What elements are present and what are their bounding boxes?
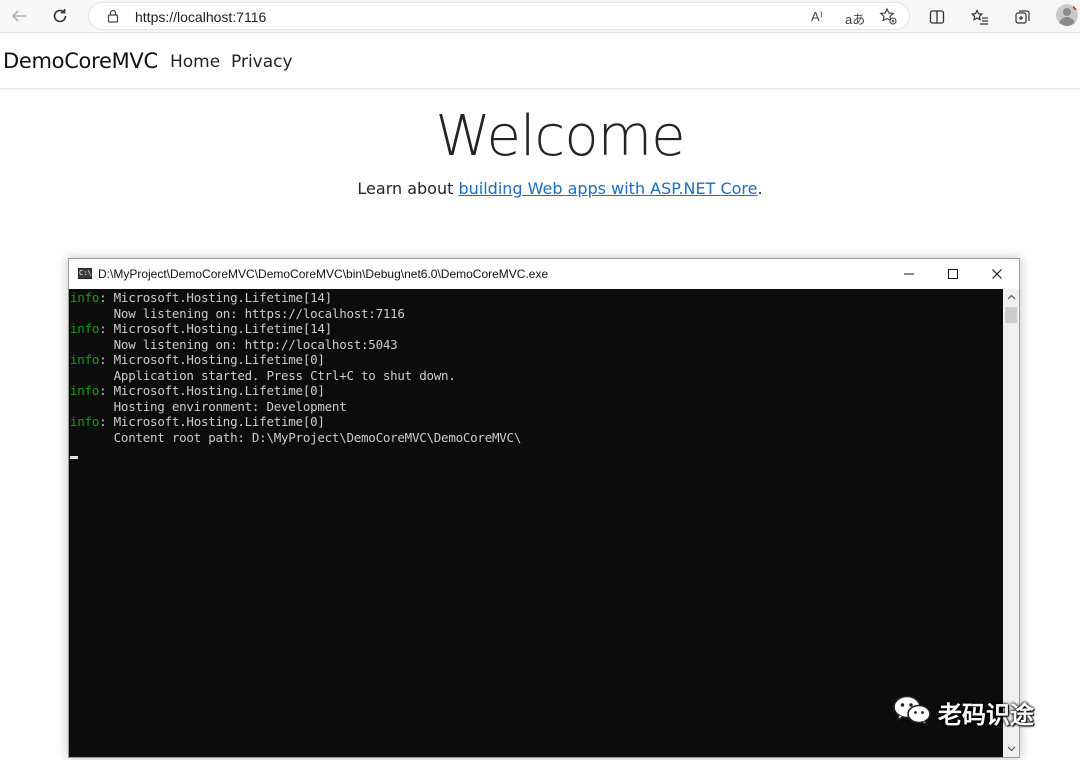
log-level: info xyxy=(70,414,100,429)
brand-link[interactable]: DemoCoreMVC xyxy=(3,49,158,73)
refresh-icon[interactable] xyxy=(47,4,73,28)
log-message: Now listening on: http://localhost:5043 xyxy=(70,336,398,352)
close-icon[interactable] xyxy=(975,259,1019,289)
page-title: Welcome xyxy=(435,104,685,169)
log-message: Content root path: D:\MyProject\DemoCore… xyxy=(70,429,522,445)
site-navbar: DemoCoreMVC Home Privacy xyxy=(0,34,1080,89)
log-level: info xyxy=(70,352,100,367)
back-arrow-icon[interactable] xyxy=(6,4,32,28)
scroll-up-icon[interactable] xyxy=(1003,289,1019,305)
console-line: info: Microsoft.Hosting.Lifetime[0] xyxy=(70,414,325,429)
console-title-text: D:\MyProject\DemoCoreMVC\DemoCoreMVC\bin… xyxy=(98,267,549,281)
console-line: Hosting environment: Development xyxy=(70,398,347,414)
log-level: info xyxy=(70,321,100,336)
log-message: : Microsoft.Hosting.Lifetime[0] xyxy=(99,352,325,367)
console-cursor xyxy=(70,456,78,459)
notification-dot xyxy=(1073,4,1078,10)
console-line: info: Microsoft.Hosting.Lifetime[0] xyxy=(70,352,325,367)
console-line: info: Microsoft.Hosting.Lifetime[14] xyxy=(70,321,332,336)
console-line: info: Microsoft.Hosting.Lifetime[0] xyxy=(70,383,325,398)
lock-icon[interactable] xyxy=(107,9,119,28)
nav-link-privacy[interactable]: Privacy xyxy=(231,52,293,72)
log-message: : Microsoft.Hosting.Lifetime[14] xyxy=(99,321,332,336)
log-level: info xyxy=(70,290,100,305)
log-message: Now listening on: https://localhost:7116 xyxy=(70,305,405,321)
console-line: Content root path: D:\MyProject\DemoCore… xyxy=(70,429,522,445)
console-scrollbar[interactable] xyxy=(1003,289,1019,757)
scroll-down-icon[interactable] xyxy=(1003,741,1019,757)
minimize-icon[interactable] xyxy=(887,259,931,289)
log-message: : Microsoft.Hosting.Lifetime[0] xyxy=(99,383,325,398)
console-line: Application started. Press Ctrl+C to shu… xyxy=(70,368,456,383)
favorite-add-icon[interactable] xyxy=(879,7,897,28)
log-message: : Microsoft.Hosting.Lifetime[14] xyxy=(99,290,332,305)
log-level: info xyxy=(70,383,100,398)
collections-icon[interactable] xyxy=(1012,6,1034,28)
address-bar[interactable]: https://localhost:7116 A⁾ aあ xyxy=(88,2,910,30)
scroll-thumb[interactable] xyxy=(1005,307,1017,323)
aspnet-docs-link[interactable]: building Web apps with ASP.NET Core xyxy=(458,179,757,198)
console-output[interactable]: info: Microsoft.Hosting.Lifetime[14] Now… xyxy=(69,289,1003,757)
console-line: Now listening on: http://localhost:5043 xyxy=(70,336,398,352)
learn-about-text: Learn about building Web apps with ASP.N… xyxy=(0,179,1080,198)
wechat-icon xyxy=(892,694,932,731)
browser-toolbar: https://localhost:7116 A⁾ aあ xyxy=(0,0,1080,33)
log-message: Hosting environment: Development xyxy=(70,398,347,414)
learn-suffix: . xyxy=(757,179,763,198)
console-line: Now listening on: https://localhost:7116 xyxy=(70,306,405,321)
console-title-bar[interactable]: C:\ D:\MyProject\DemoCoreMVC\DemoCoreMVC… xyxy=(69,259,1019,289)
watermark: 老码识途 xyxy=(892,694,1034,730)
profile-avatar[interactable] xyxy=(1056,4,1078,26)
console-app-icon: C:\ xyxy=(78,268,92,279)
watermark-text: 老码识途 xyxy=(938,700,1034,729)
console-window[interactable]: C:\ D:\MyProject\DemoCoreMVC\DemoCoreMVC… xyxy=(68,258,1020,758)
split-screen-icon[interactable] xyxy=(926,6,948,28)
url-text[interactable]: https://localhost:7116 xyxy=(135,9,266,25)
maximize-icon[interactable] xyxy=(931,259,975,289)
console-line: info: Microsoft.Hosting.Lifetime[14] xyxy=(70,290,332,305)
log-message: Application started. Press Ctrl+C to shu… xyxy=(70,367,456,383)
translate-icon[interactable]: aあ xyxy=(845,9,865,28)
learn-prefix: Learn about xyxy=(357,179,459,198)
nav-link-home[interactable]: Home xyxy=(170,52,220,72)
favorites-icon[interactable] xyxy=(969,6,991,28)
log-message: : Microsoft.Hosting.Lifetime[0] xyxy=(99,414,325,429)
read-aloud-icon[interactable]: A⁾ xyxy=(811,9,823,25)
